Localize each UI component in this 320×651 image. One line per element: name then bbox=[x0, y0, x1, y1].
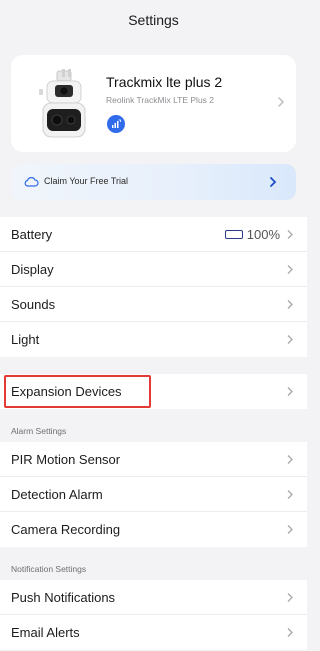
chevron-right-icon bbox=[287, 265, 293, 274]
display-row[interactable]: Display bbox=[0, 252, 307, 287]
push-notifications-row[interactable]: Push Notifications bbox=[0, 580, 307, 615]
chevron-right-icon bbox=[287, 335, 293, 344]
general-settings-group: Battery 100% Display Sounds Light bbox=[0, 217, 307, 357]
chevron-right-icon bbox=[287, 593, 293, 602]
cloud-icon bbox=[24, 177, 39, 187]
chevron-right-icon bbox=[287, 230, 293, 239]
pir-motion-sensor-row[interactable]: PIR Motion Sensor bbox=[0, 442, 307, 477]
expansion-group: Expansion Devices bbox=[0, 374, 307, 409]
chevron-right-icon bbox=[287, 525, 293, 534]
email-alerts-label: Email Alerts bbox=[11, 625, 80, 640]
chevron-right-icon bbox=[287, 300, 293, 309]
signal-icon bbox=[107, 115, 125, 133]
notification-settings-group: Push Notifications Email Alerts bbox=[0, 580, 307, 650]
page-title: Settings bbox=[128, 12, 179, 28]
camera-icon bbox=[39, 69, 86, 138]
light-row[interactable]: Light bbox=[0, 322, 307, 357]
alarm-settings-group: PIR Motion Sensor Detection Alarm Camera… bbox=[0, 442, 307, 547]
free-trial-banner[interactable]: Claim Your Free Trial bbox=[11, 164, 296, 200]
device-card[interactable]: Trackmix lte plus 2 Reolink TrackMix LTE… bbox=[11, 55, 296, 152]
battery-value: 100% bbox=[246, 227, 280, 242]
chevron-right-icon bbox=[287, 455, 293, 464]
light-label: Light bbox=[11, 332, 40, 347]
chevron-right-icon bbox=[287, 490, 293, 499]
expansion-devices-label: Expansion Devices bbox=[11, 384, 122, 399]
notification-section-title: Notification Settings bbox=[11, 564, 87, 574]
camera-recording-label: Camera Recording bbox=[11, 522, 121, 537]
sounds-row[interactable]: Sounds bbox=[0, 287, 307, 322]
free-trial-label: Claim Your Free Trial bbox=[44, 176, 129, 186]
chevron-right-icon bbox=[287, 628, 293, 637]
alarm-section-title: Alarm Settings bbox=[11, 426, 67, 436]
display-label: Display bbox=[11, 261, 54, 277]
detection-alarm-row[interactable]: Detection Alarm bbox=[0, 477, 307, 512]
chevron-right-icon bbox=[287, 387, 293, 396]
chevron-right-icon bbox=[270, 177, 277, 187]
detection-alarm-label: Detection Alarm bbox=[11, 486, 103, 502]
sounds-label: Sounds bbox=[11, 296, 56, 312]
device-model: Reolink TrackMix LTE Plus 2 bbox=[106, 95, 215, 105]
push-notifications-label: Push Notifications bbox=[11, 589, 116, 605]
battery-status: 100% bbox=[224, 227, 280, 242]
battery-icon bbox=[224, 230, 243, 239]
device-name: Trackmix lte plus 2 bbox=[106, 74, 223, 90]
chevron-right-icon bbox=[278, 97, 284, 107]
expansion-devices-row[interactable]: Expansion Devices bbox=[0, 374, 307, 409]
camera-recording-row[interactable]: Camera Recording bbox=[0, 512, 307, 547]
battery-label: Battery bbox=[11, 226, 53, 242]
battery-row[interactable]: Battery 100% bbox=[0, 217, 307, 252]
email-alerts-row[interactable]: Email Alerts bbox=[0, 615, 307, 650]
pir-motion-sensor-label: PIR Motion Sensor bbox=[11, 451, 121, 467]
